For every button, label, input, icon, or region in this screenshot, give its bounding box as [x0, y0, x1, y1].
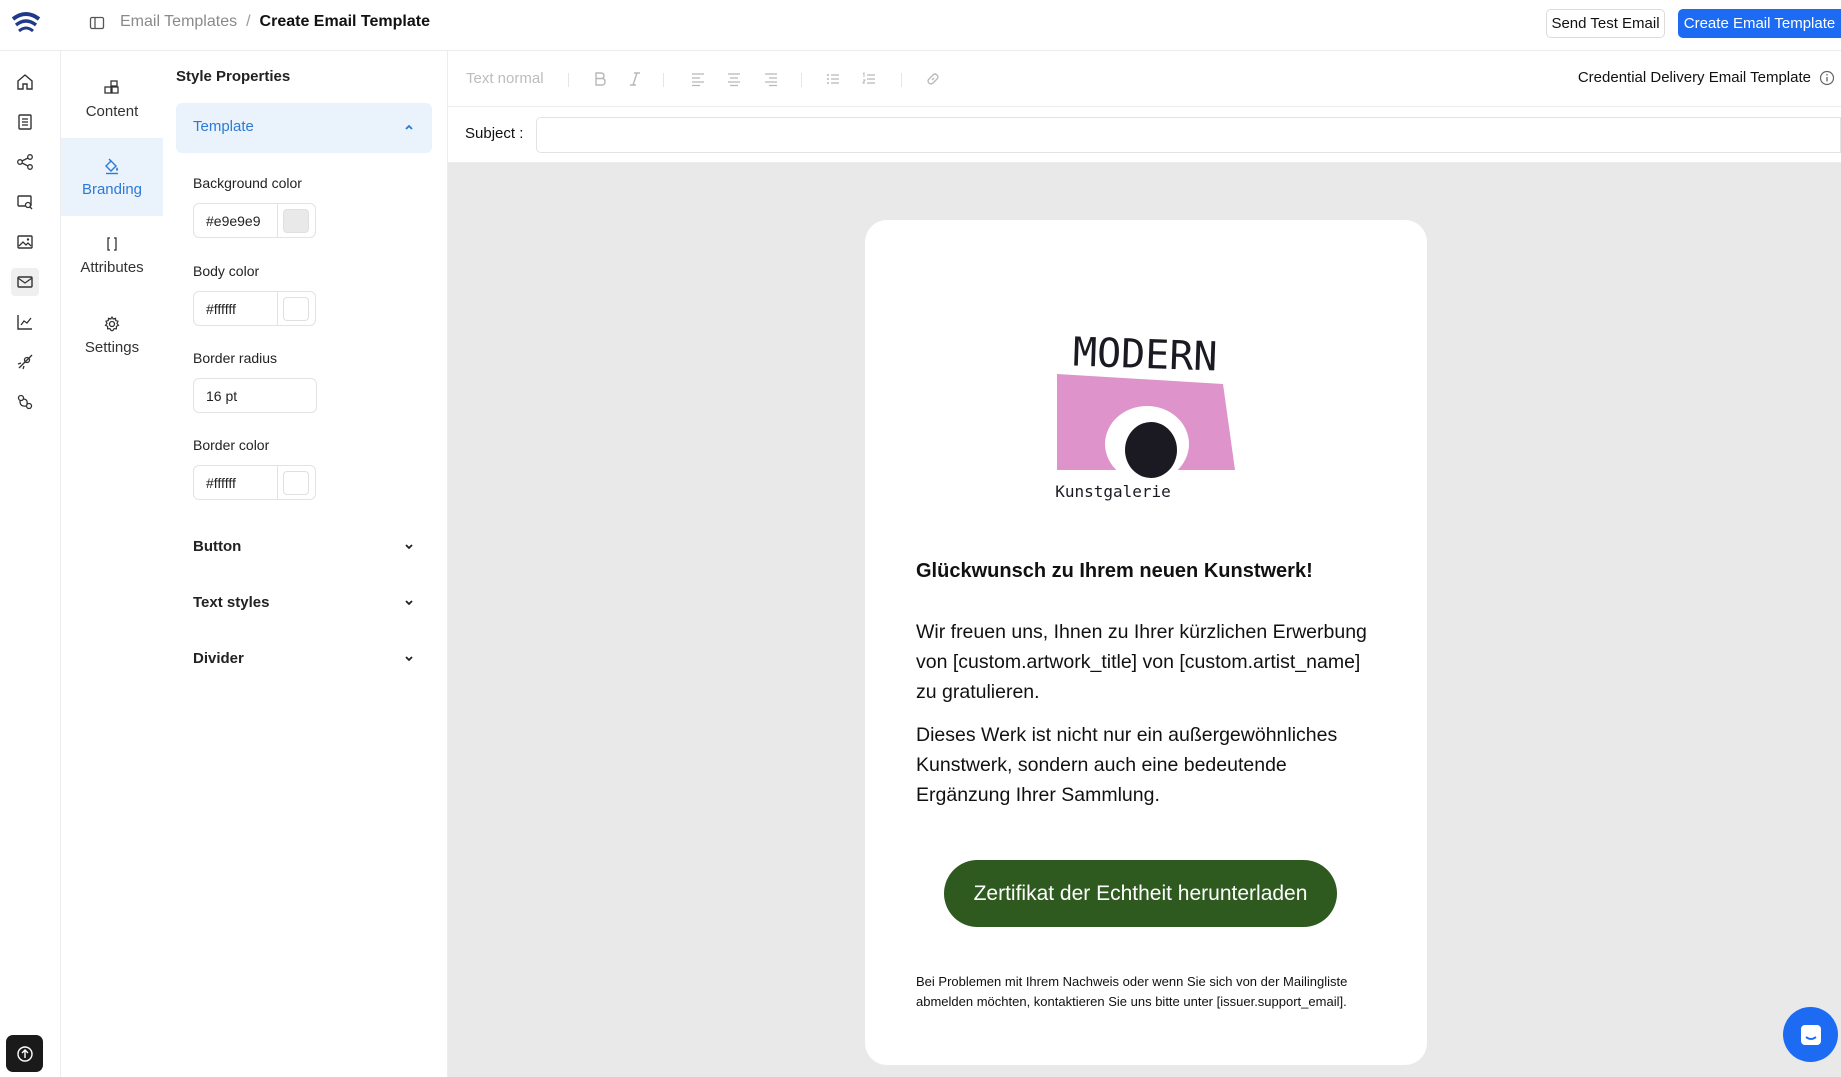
style-properties-panel: Style Properties Template Background col…: [163, 51, 448, 1077]
border-color-input[interactable]: [193, 465, 278, 500]
content-icon: [104, 79, 119, 94]
toolbar-divider: [801, 73, 802, 87]
logo-text-top: MODERN: [1072, 336, 1218, 381]
top-header: Email Templates / Create Email Template …: [0, 0, 1841, 51]
breadcrumb: Email Templates / Create Email Template: [120, 13, 430, 31]
image-icon[interactable]: [14, 231, 36, 253]
icon-rail: [0, 51, 61, 1077]
tab-content-label: Content: [85, 102, 139, 120]
border-radius-label: Border radius: [193, 350, 278, 366]
chart-icon[interactable]: [14, 311, 36, 333]
chevron-down-icon: [405, 656, 413, 662]
numbered-list-icon[interactable]: [861, 71, 877, 87]
mail-icon[interactable]: [11, 268, 39, 296]
border-radius-input[interactable]: [193, 378, 317, 413]
divider-section-header[interactable]: Divider: [176, 639, 432, 679]
paint-bucket-icon: [105, 158, 118, 174]
tab-attributes-label: Attributes: [80, 258, 144, 276]
template-section-header[interactable]: Template: [176, 103, 432, 153]
chevron-down-icon: [405, 600, 413, 606]
tab-settings[interactable]: Settings: [61, 296, 163, 374]
editor-toolbar: Text normal Credential Delivery Email Te…: [448, 51, 1841, 107]
tab-branding-label: Branding: [81, 180, 143, 198]
bullet-list-icon[interactable]: [825, 71, 841, 87]
tab-settings-label: Settings: [84, 338, 140, 356]
tab-branding[interactable]: Branding: [61, 138, 163, 216]
info-icon[interactable]: [1819, 70, 1835, 86]
breadcrumb-email-templates[interactable]: Email Templates: [120, 13, 237, 31]
toolbar-divider: [663, 73, 664, 87]
send-test-email-button[interactable]: Send Test Email: [1546, 9, 1665, 38]
create-email-template-button[interactable]: Create Email Template: [1678, 9, 1841, 38]
search-doc-icon[interactable]: [14, 191, 36, 213]
toolbar-divider: [568, 73, 569, 87]
breadcrumb-current: Create Email Template: [259, 13, 430, 30]
align-right-icon[interactable]: [763, 71, 779, 87]
tab-content[interactable]: Content: [61, 60, 163, 138]
body-color-input[interactable]: [193, 291, 278, 326]
download-certificate-button[interactable]: Zertifikat der Echtheit herunterladen: [944, 860, 1337, 927]
email-paragraph-1: Wir freuen uns, Ihnen zu Ihrer kürzliche…: [916, 621, 1367, 703]
sidebar-toggle-icon[interactable]: [89, 15, 105, 31]
align-left-icon[interactable]: [690, 71, 706, 87]
text-styles-section-label: Text styles: [193, 594, 270, 611]
gallery-logo: MODERN Kunstgalerie: [1055, 336, 1235, 501]
chat-icon: [1800, 1024, 1821, 1045]
link-icon[interactable]: [925, 71, 941, 87]
list-icon[interactable]: [14, 111, 36, 133]
background-color-label: Background color: [193, 175, 302, 191]
body-color-label: Body color: [193, 263, 260, 279]
background-color-picker[interactable]: [278, 203, 316, 238]
chevron-down-icon: [405, 544, 413, 550]
text-styles-section-header[interactable]: Text styles: [176, 583, 432, 623]
gear-icon: [104, 315, 120, 331]
hook-icon[interactable]: [14, 391, 36, 413]
brackets-icon: [107, 236, 117, 251]
email-canvas: MODERN Kunstgalerie Glückwunsch zu Ihrem…: [448, 163, 1841, 1077]
border-color-picker[interactable]: [278, 465, 316, 500]
button-section-label: Button: [193, 538, 242, 555]
subject-bar: Subject :: [448, 107, 1841, 163]
subject-input[interactable]: [536, 117, 1841, 153]
email-paragraph-2: Dieses Werk ist nicht nur ein außergewöh…: [916, 724, 1338, 806]
text-style-select[interactable]: Text normal: [466, 70, 544, 87]
breadcrumb-separator: /: [246, 13, 251, 30]
editor-tabs: Content Branding Attributes Settings: [61, 51, 163, 1077]
italic-icon[interactable]: [627, 71, 643, 87]
button-section-header[interactable]: Button: [176, 527, 432, 567]
upload-icon[interactable]: [6, 1035, 43, 1072]
subject-label: Subject :: [465, 125, 524, 142]
body-color-picker[interactable]: [278, 291, 316, 326]
divider-section-label: Divider: [193, 650, 244, 667]
background-color-swatch: [283, 209, 309, 233]
logo-text-bottom: Kunstgalerie: [1055, 482, 1171, 501]
flow-icon[interactable]: [14, 151, 36, 173]
background-color-input[interactable]: [193, 203, 278, 238]
border-color-label: Border color: [193, 437, 270, 453]
chat-support-button[interactable]: [1783, 1007, 1838, 1062]
bold-icon[interactable]: [592, 71, 608, 87]
align-center-icon[interactable]: [726, 71, 742, 87]
border-color-swatch: [283, 471, 309, 495]
tab-attributes[interactable]: Attributes: [61, 216, 163, 294]
home-icon[interactable]: [14, 71, 36, 93]
email-footer: Bei Problemen mit Ihrem Nachweis oder we…: [916, 974, 1348, 1009]
rocket-icon[interactable]: [14, 351, 36, 373]
toolbar-divider: [901, 73, 902, 87]
app-logo[interactable]: [11, 9, 41, 37]
panel-title: Style Properties: [176, 68, 291, 85]
email-heading: Glückwunsch zu Ihrem neuen Kunstwerk!: [916, 560, 1313, 582]
body-color-swatch: [283, 297, 309, 321]
email-body: MODERN Kunstgalerie Glückwunsch zu Ihrem…: [865, 220, 1427, 1065]
template-section-label: Template: [193, 118, 254, 135]
chevron-up-icon: [405, 124, 413, 130]
template-name: Credential Delivery Email Template: [1577, 69, 1811, 86]
